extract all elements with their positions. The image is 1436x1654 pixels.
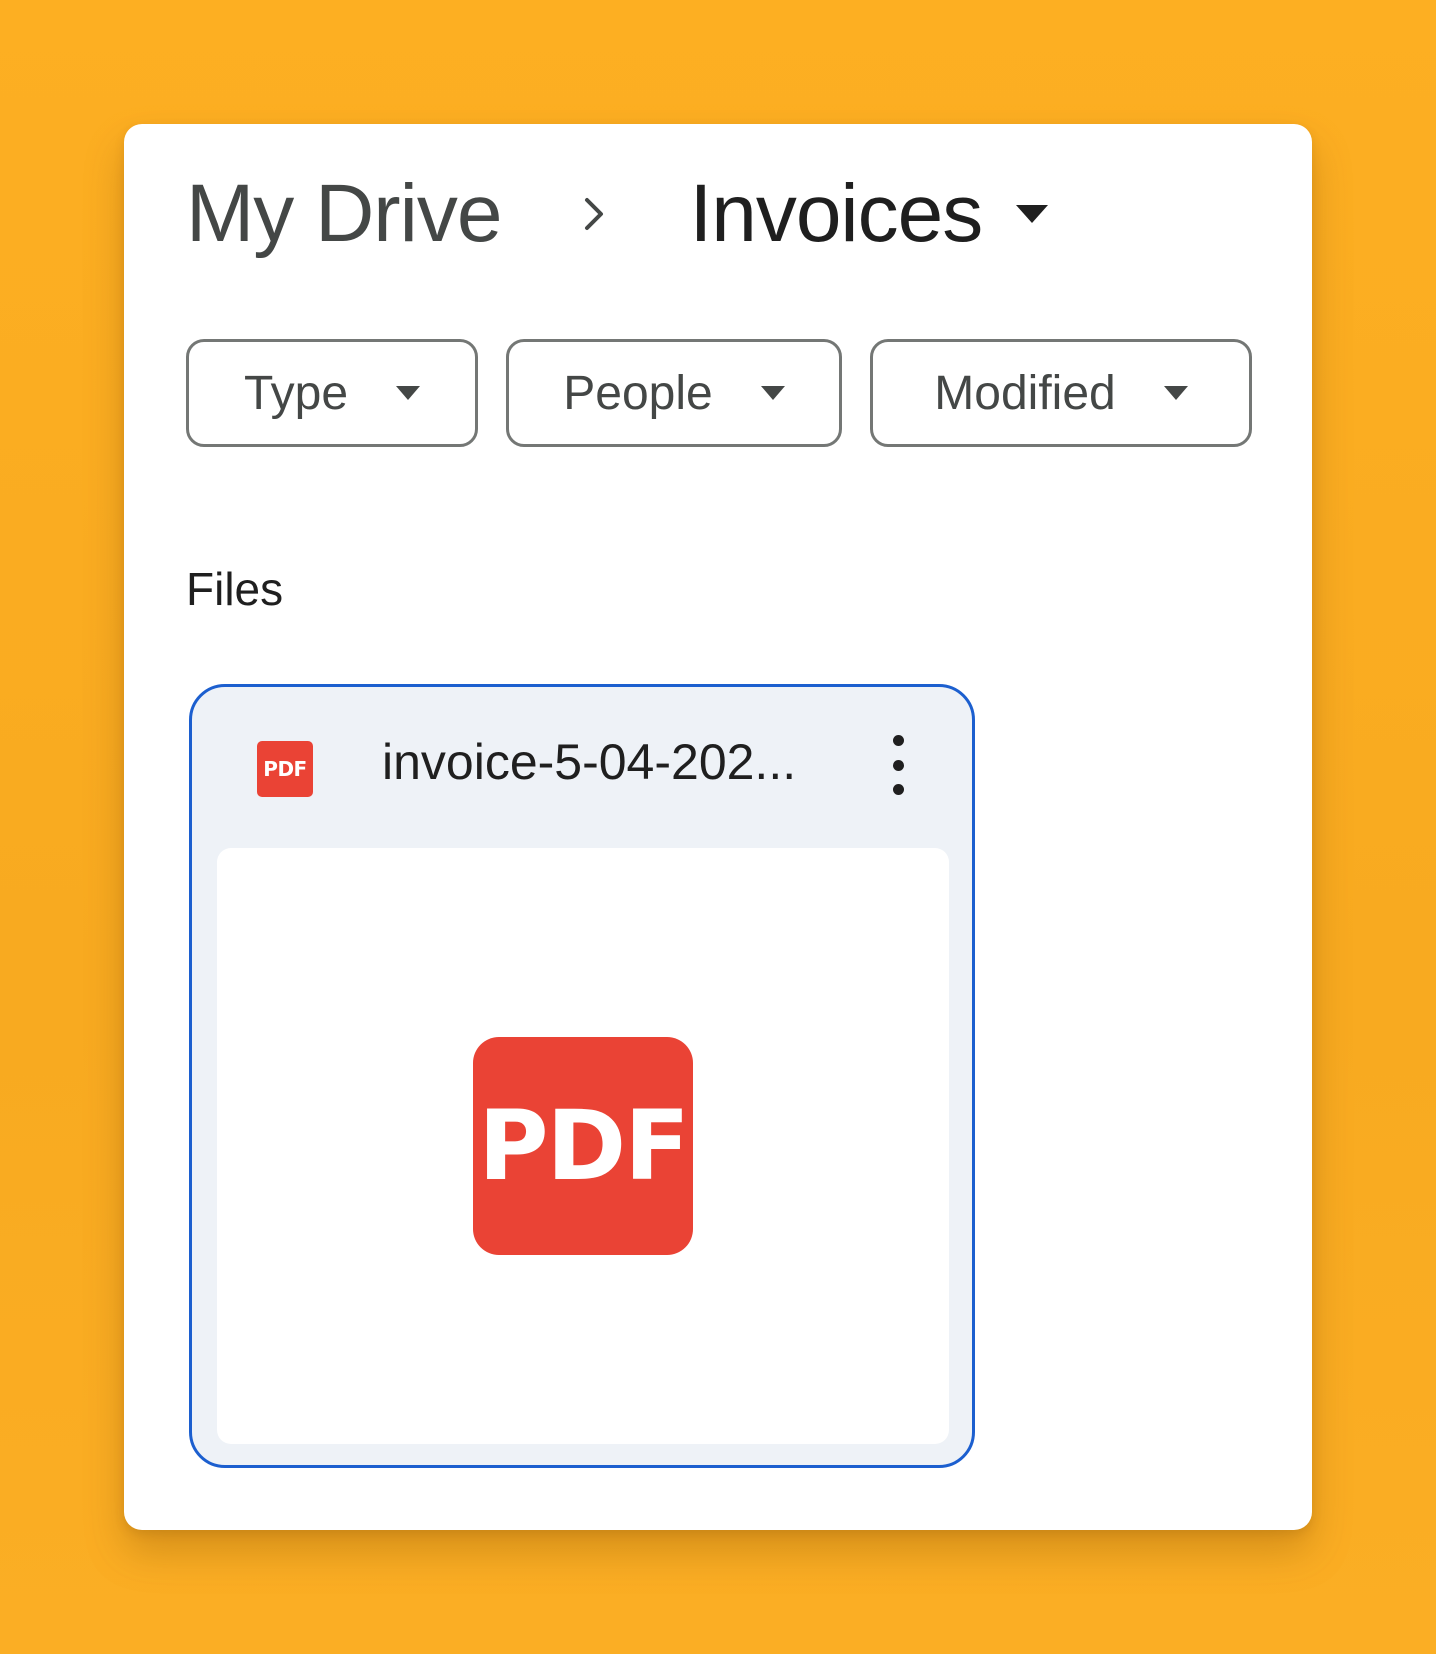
pdf-icon: PDF [257, 741, 313, 797]
menu-dot [892, 735, 904, 746]
breadcrumb: My Drive Invoices [186, 164, 1049, 264]
menu-dot [892, 784, 904, 795]
menu-dot [892, 759, 904, 771]
breadcrumb-my-drive[interactable]: My Drive [186, 167, 502, 261]
people-filter-label: People [563, 366, 713, 420]
type-filter-chip[interactable]: Type [186, 339, 478, 447]
current-folder-label: Invoices [689, 168, 983, 259]
modified-filter-label: Modified [934, 366, 1116, 420]
type-filter-label: Type [243, 366, 349, 420]
caret-down-icon [396, 386, 421, 400]
more-vert-icon[interactable] [882, 735, 914, 795]
caret-down-icon [1016, 205, 1049, 223]
modified-filter-chip[interactable]: Modified [870, 339, 1252, 447]
pdf-preview-icon: PDF [473, 1037, 693, 1255]
file-card-header: PDF invoice-5-04-202... [192, 687, 972, 851]
file-card[interactable]: PDF invoice-5-04-202... PDF [189, 684, 975, 1468]
file-preview: PDF [217, 848, 949, 1444]
caret-down-icon [1163, 386, 1188, 400]
file-name: invoice-5-04-202... [382, 734, 797, 790]
breadcrumb-current-folder[interactable]: Invoices [689, 167, 1049, 261]
filter-chips: Type People Modified [186, 339, 1252, 447]
pdf-icon-label: PDF [263, 757, 307, 781]
files-section-title: Files [186, 563, 284, 615]
people-filter-chip[interactable]: People [506, 339, 842, 447]
chevron-right-icon [579, 194, 609, 234]
caret-down-icon [760, 386, 785, 400]
drive-panel: My Drive Invoices Type People Modified F… [124, 124, 1312, 1530]
pdf-preview-label: PDF [478, 1090, 690, 1202]
